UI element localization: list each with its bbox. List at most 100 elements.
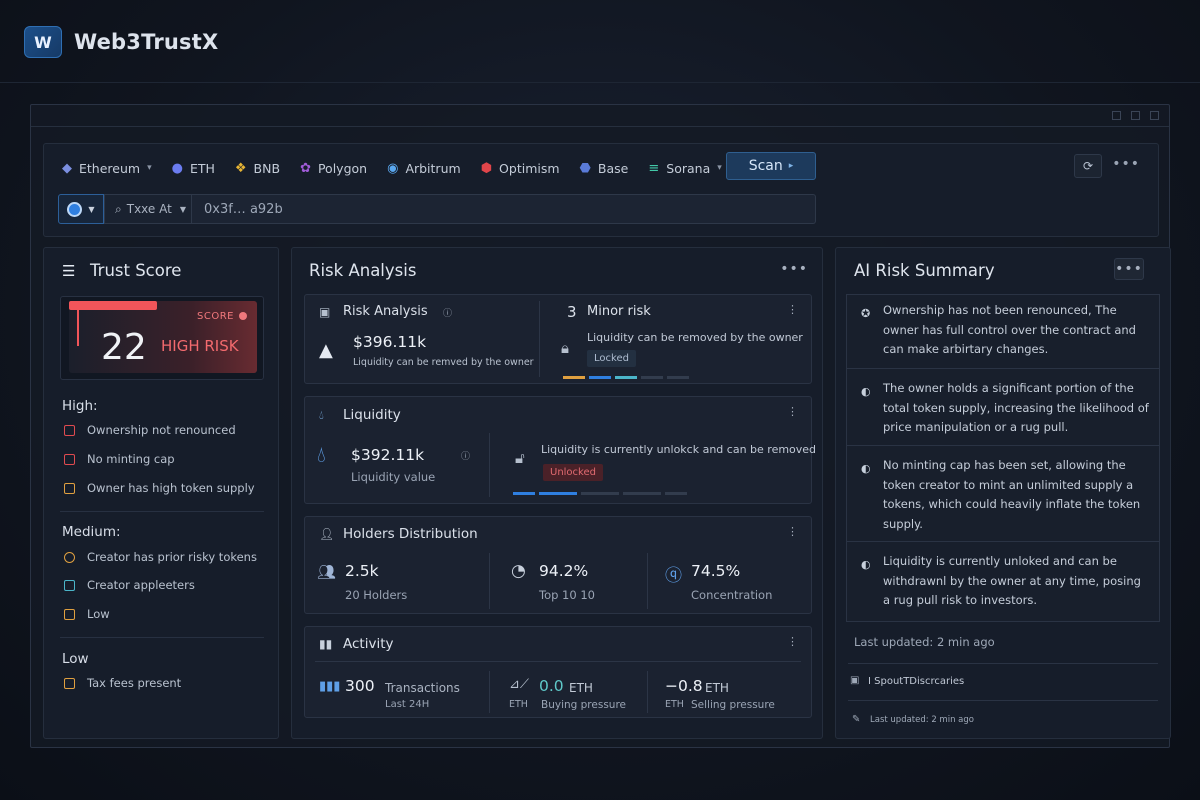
ai-risk-summary-panel: AI Risk Summary ••• ✪ Ownership has not … (835, 247, 1171, 739)
minimize-icon[interactable] (1112, 111, 1121, 120)
play-arrow-icon: ▸ (788, 161, 794, 171)
header-divider (0, 82, 1200, 83)
liquidity-amount: $396.11k (353, 333, 427, 351)
chain-option-sorana[interactable]: ≡ Sorana ▾ (648, 161, 721, 176)
chain-label: Ethereum (79, 160, 141, 176)
chain-option-base[interactable]: ⬣ Base (580, 161, 629, 176)
liquidity-status-note: Liquidity is currently unlokck and can b… (541, 443, 817, 456)
risk-note: Liquidity can be removed by the owner (587, 331, 803, 344)
buy-pressure-label: Buying pressure (541, 699, 626, 711)
risk-count-label: Minor risk (587, 304, 651, 319)
search-icon: ⌕ (115, 201, 122, 216)
users-icon: 👥︎ (317, 563, 337, 581)
chain-option-eth[interactable]: ● ETH (172, 161, 215, 176)
optimism-icon: ⬢ (480, 160, 493, 176)
trust-score-panel: ☰ Trust Score 22 SCORE HIGH RISK High: O… (43, 247, 279, 739)
more-options-icon[interactable]: ⋮ (787, 635, 799, 648)
locked-badge: Locked (587, 350, 636, 367)
chevron-down-icon: ▼ (88, 204, 95, 214)
status-dot-icon (239, 312, 247, 320)
solana-icon: ≡ (648, 160, 660, 176)
scan-button-label: Scan (748, 158, 783, 174)
eth-coin-icon: ● (171, 160, 183, 176)
lock-icon: ▣ (319, 305, 331, 319)
list-item[interactable]: ✪ Ownership has not been renounced, The … (847, 295, 1159, 369)
polygon-icon: ✿ (300, 160, 311, 176)
more-options-icon[interactable]: ⋮ (787, 405, 799, 418)
chain-label: Base (597, 160, 629, 176)
concentration-percent: 74.5% (691, 562, 741, 580)
last-updated-text: Last updated: 2 min ago (854, 635, 995, 649)
top-holders-label: Top 10 10 (539, 588, 595, 602)
liquidity-amount: $392.11k (351, 446, 425, 464)
info-icon (64, 579, 75, 591)
risk-level-badge: HIGH RISK (161, 337, 239, 355)
divider (60, 637, 264, 638)
risk-item[interactable]: Owner has high token supply (64, 481, 255, 495)
sell-pressure-label: Selling pressure (691, 699, 775, 711)
refresh-button[interactable]: ⟳ (1074, 154, 1102, 178)
alert-icon (64, 424, 75, 436)
ai-summary-list: ✪ Ownership has not been renounced, The … (846, 294, 1160, 622)
top-holders-percent: 94.2% (539, 562, 589, 580)
divider (60, 511, 264, 512)
chain-label: Polygon (317, 160, 368, 176)
bnb-icon: ❖ (234, 160, 247, 176)
search-type-label: Txxe At (126, 202, 172, 216)
buy-trend-icon: ⊿⟋ (509, 677, 529, 692)
brand-name: Web3TrustX (74, 30, 219, 54)
more-options-icon[interactable]: ⋮ (787, 525, 799, 538)
score-flag-icon (69, 301, 157, 310)
user-icon: 👤︎ (319, 527, 335, 541)
chain-label: Arbitrum (405, 160, 461, 176)
liquidity-note: Liquidity can be remved by the owner (353, 357, 534, 368)
bar-chart-icon: ▮▮ (319, 637, 333, 651)
chain-label: Optimism (499, 160, 560, 176)
network-toolbar: ◆ Ethereum ▾ ● ETH ❖ BNB ✿ Polygon ◉ Arbitrum ⬢ Opti… (43, 143, 1159, 237)
list-item[interactable]: ◐ Liquidity is currently unloked and can… (847, 542, 1159, 622)
scan-button[interactable]: Scan ▸ (726, 152, 816, 180)
search-type-dropdown[interactable]: ⌕ Txxe At ▼ (104, 194, 192, 224)
risk-item[interactable]: Low (64, 607, 110, 621)
chain-option-bnb[interactable]: ❖ BNB (235, 161, 280, 176)
window-titlebar (31, 105, 1169, 127)
risk-item[interactable]: Tax fees present (64, 676, 181, 690)
app-window: ◆ Ethereum ▾ ● ETH ❖ BNB ✿ Polygon ◉ Arbitrum ⬢ Opti… (30, 104, 1171, 748)
network-dropdown[interactable]: ▼ (58, 194, 104, 224)
drop-icon: ◐ (861, 558, 871, 571)
shield-icon: ☰ (62, 262, 76, 280)
list-item[interactable]: ◐ No minting cap has been set, allowing … (847, 446, 1159, 542)
info-icon[interactable]: ⓘ (461, 449, 470, 462)
chain-option-polygon[interactable]: ✿ Polygon (300, 161, 367, 176)
unlocked-badge: Unlocked (543, 464, 603, 481)
transactions-label: Transactions (385, 681, 460, 695)
more-options-icon[interactable]: ••• (780, 261, 808, 277)
source-link[interactable]: I SpoutTDiscrcaries (868, 676, 964, 687)
close-icon[interactable] (1150, 111, 1159, 120)
risk-item[interactable]: No minting cap (64, 452, 175, 466)
address-input[interactable]: 0x3f… a92b (192, 194, 816, 224)
warning-circle-icon (64, 551, 75, 563)
chain-option-arbitrum[interactable]: ◉ Arbitrum (387, 161, 461, 176)
drop-icon: ▲ (319, 340, 333, 361)
chain-selector-list: ◆ Ethereum ▾ ● ETH ❖ BNB ✿ Polygon ◉ Arbitrum ⬢ Opti… (62, 154, 742, 182)
warning-icon (64, 677, 75, 689)
more-options-icon[interactable]: ••• (1114, 258, 1144, 280)
more-options-icon[interactable]: ••• (1112, 156, 1140, 172)
more-options-icon[interactable]: ⋮ (787, 303, 799, 316)
chain-option-optimism[interactable]: ⬢ Optimism (481, 161, 560, 176)
risk-item[interactable]: Creator has prior risky tokens (64, 550, 257, 564)
info-icon[interactable]: ⓘ (443, 306, 452, 319)
holders-label: 20 Holders (345, 588, 408, 602)
chain-label: BNB (253, 160, 281, 176)
score-label: SCORE (197, 311, 234, 322)
sell-pressure-value: −0.8 (665, 677, 703, 695)
edit-icon: ✎ (852, 714, 861, 725)
high-severity-heading: High: (62, 398, 98, 414)
risk-item[interactable]: Creator appleeters (64, 578, 195, 592)
alert-icon (64, 453, 75, 465)
chain-option-ethereum[interactable]: ◆ Ethereum ▾ (62, 161, 152, 176)
list-item[interactable]: ◐ The owner holds a significant portion … (847, 369, 1159, 446)
maximize-icon[interactable] (1131, 111, 1140, 120)
risk-item[interactable]: Ownership not renounced (64, 423, 236, 437)
